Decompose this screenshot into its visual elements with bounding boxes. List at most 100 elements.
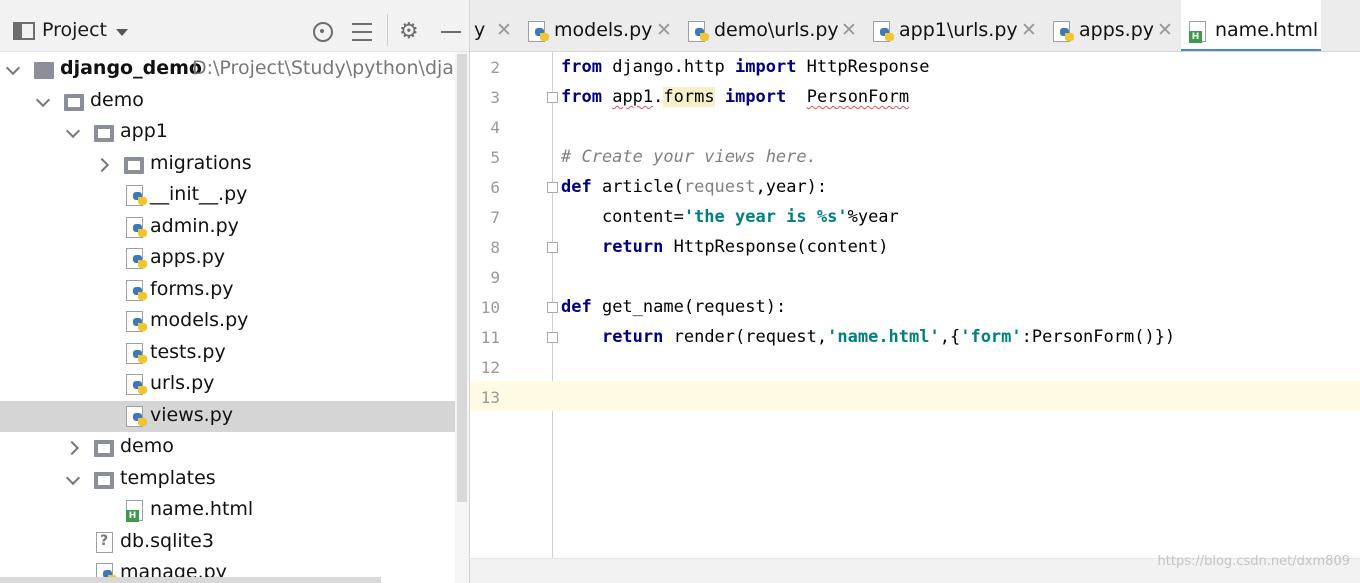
python-file-icon [126, 342, 148, 365]
tab-label: demo\urls.py [714, 19, 839, 41]
tree-item-db-sqlite3[interactable]: ? db.sqlite3 [0, 527, 469, 558]
tab-y[interactable]: y ✕ [470, 0, 520, 51]
project-view-icon [13, 22, 35, 40]
tree-scrollbar-thumb[interactable] [457, 54, 467, 502]
code-line[interactable]: from app1.forms import PersonForm [561, 87, 909, 109]
python-logo-yellow [885, 33, 894, 41]
python-logo-yellow [138, 260, 147, 268]
watermark: https://blog.csdn.net/dxm809 [1157, 554, 1350, 569]
tree-item-name-html[interactable]: Hname.html [0, 495, 469, 526]
tree-item-app1[interactable]: app1 [0, 117, 469, 148]
fold-marker-icon[interactable] [547, 182, 558, 193]
project-tool-window: Project ⚙ django_demo D:\Project\Study\py… [0, 0, 470, 583]
code-line[interactable]: def article(request,year): [561, 177, 827, 199]
folder-icon [94, 471, 114, 489]
tree-item-path: D:\Project\Study\python\djangodemo [192, 57, 469, 79]
project-toolbar: Project ⚙ [0, 0, 469, 52]
tree-item-admin-py[interactable]: admin.py [0, 212, 469, 243]
tree-item-apps-py[interactable]: apps.py [0, 243, 469, 274]
python-logo-yellow [138, 323, 147, 331]
tab-label: apps.py [1079, 19, 1155, 41]
fold-marker-icon[interactable] [547, 92, 558, 103]
chevron-down-icon[interactable] [36, 93, 52, 109]
tab-models-py[interactable]: models.py ✕ [520, 0, 680, 51]
tree-item-tests-py[interactable]: tests.py [0, 338, 469, 369]
close-icon[interactable]: ✕ [1021, 19, 1037, 41]
code-line[interactable]: def get_name(request): [561, 297, 786, 319]
html-badge: H [1189, 31, 1202, 43]
python-logo-yellow [138, 197, 147, 205]
fold-marker-icon[interactable] [547, 242, 558, 253]
tab-app1-urls-py[interactable]: app1\urls.py ✕ [865, 0, 1045, 51]
collapse-all-icon[interactable] [350, 20, 374, 44]
html-file-icon: H [126, 500, 148, 522]
tree-item-models-py[interactable]: models.py [0, 306, 469, 337]
tab-name-html[interactable]: Hname.html [1181, 0, 1321, 51]
tree-item-migrations[interactable]: migrations [0, 149, 469, 180]
chevron-down-icon[interactable] [66, 124, 82, 140]
folder-icon [94, 440, 114, 457]
tree-item-demo[interactable]: demo [0, 432, 469, 463]
line-number: 10 [480, 298, 500, 317]
editor-gutter[interactable]: 2 3 4 5 6 7 8 9 10 11 12 13 [470, 52, 558, 558]
python-logo-yellow [700, 33, 709, 41]
tree-item-templates[interactable]: templates [0, 464, 469, 495]
tab-apps-py[interactable]: apps.py ✕ [1045, 0, 1181, 51]
folder-icon [64, 93, 84, 111]
editor-tab-bar: y ✕ models.py ✕ demo\urls.py ✕ app1\urls.py ✕ ap… [470, 0, 1360, 52]
chevron-down-icon[interactable] [6, 61, 22, 77]
tree-item-demo[interactable]: demo [0, 86, 469, 117]
chevron-down-icon[interactable] [66, 471, 82, 487]
tree-item-urls-py[interactable]: urls.py [0, 369, 469, 400]
chevron-right-icon[interactable] [66, 439, 82, 455]
chevron-down-icon[interactable] [116, 29, 128, 36]
line-number: 6 [490, 178, 500, 197]
project-folder-icon [34, 62, 54, 79]
tree-item-forms-py[interactable]: forms.py [0, 275, 469, 306]
tree-item-django-demo[interactable]: django_demoD:\Project\Study\python\djang… [0, 54, 469, 85]
tree-item-label: templates [120, 466, 216, 489]
minimize-icon[interactable] [441, 20, 465, 44]
code-line[interactable]: return HttpResponse(content) [561, 237, 889, 259]
gear-icon[interactable]: ⚙ [399, 20, 423, 44]
locate-file-icon[interactable] [311, 20, 335, 44]
tree-item-label: apps.py [150, 246, 226, 268]
tree-item-label: admin.py [150, 214, 239, 237]
close-icon[interactable]: ✕ [496, 19, 512, 41]
tab-label: app1\urls.py [899, 19, 1018, 41]
code-line[interactable]: content='the year is %s'%year [561, 207, 899, 229]
code-editor[interactable]: 2 3 4 5 6 7 8 9 10 11 12 13 from django.http import… [470, 52, 1360, 583]
close-icon[interactable]: ✕ [656, 19, 672, 41]
tree-item-label: demo [90, 88, 144, 111]
tree-vertical-scrollbar[interactable] [455, 52, 469, 583]
line-number: 5 [490, 148, 500, 167]
tree-item--init-py[interactable]: __init__.py [0, 180, 469, 211]
close-icon[interactable]: ✕ [1157, 19, 1173, 41]
python-file-icon [126, 405, 148, 428]
line-number: 7 [490, 208, 500, 227]
tab-demo-urls-py[interactable]: demo\urls.py ✕ [680, 0, 865, 51]
line-number: 12 [480, 358, 500, 377]
python-file-icon [1053, 21, 1075, 43]
close-icon[interactable]: ✕ [841, 19, 857, 41]
tree-item-label: app1 [120, 120, 168, 142]
project-view-selector[interactable]: Project [42, 19, 107, 41]
fold-marker-icon[interactable] [547, 332, 558, 343]
line-number: 8 [490, 238, 500, 257]
fold-marker-icon[interactable] [547, 302, 558, 313]
python-file-icon [126, 248, 148, 270]
tree-item-views-py[interactable]: views.py [0, 400, 469, 432]
chevron-right-icon[interactable] [96, 156, 112, 172]
project-tree: django_demoD:\Project\Study\python\djang… [0, 54, 469, 583]
tree-horizontal-scrollbar[interactable] [0, 577, 381, 583]
tree-item-label: django_demo [60, 57, 202, 79]
code-line[interactable]: return render(request,'name.html',{'form… [561, 327, 1175, 349]
code-line[interactable]: # Create your views here. [561, 147, 817, 169]
tab-label: name.html [1215, 19, 1319, 41]
tree-item-label: models.py [150, 309, 249, 331]
code-line[interactable]: from django.http import HttpResponse [561, 57, 930, 79]
line-number: 3 [490, 88, 500, 107]
tree-item-label: forms.py [150, 277, 234, 300]
tree-item-label: name.html [150, 498, 254, 520]
line-number: 13 [480, 388, 500, 407]
